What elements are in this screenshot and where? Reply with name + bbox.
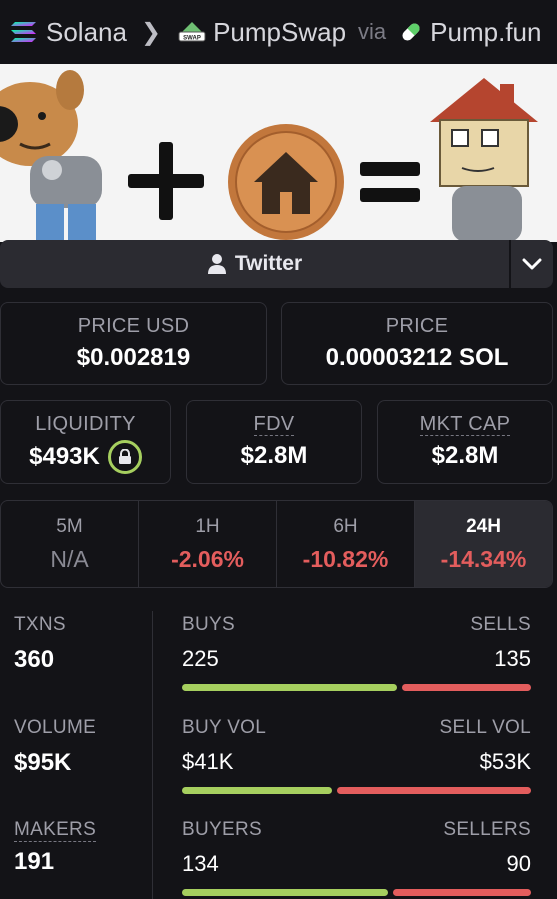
fdv-value: $2.8M <box>240 442 308 469</box>
sell-vol-label: SELL VOL <box>439 717 531 738</box>
solana-icon <box>11 22 36 42</box>
chevron-down-icon <box>522 258 542 270</box>
buy-vol-value: $41K <box>182 749 234 774</box>
buys-sells-stat: BUYS SELLS 225 135 <box>182 614 531 691</box>
liquidity-box: LIQUIDITY $493K <box>0 400 171 484</box>
market-cap-value: $2.8M <box>431 442 499 469</box>
sells-value: 135 <box>494 646 531 671</box>
chevron-right-icon: ❯ <box>140 18 162 46</box>
buys-value: 225 <box>182 646 219 671</box>
tab-1h-change: -2.06% <box>171 545 244 572</box>
makers-label[interactable]: MAKERS <box>14 819 97 842</box>
tab-24h-change: -14.34% <box>440 545 527 572</box>
sells-bar <box>402 684 531 691</box>
fdv-label[interactable]: FDV <box>253 413 295 436</box>
equals-symbol <box>360 162 420 202</box>
liquidity-value: $493K <box>29 443 100 470</box>
tab-5m[interactable]: 5M N/A <box>1 501 139 587</box>
tab-1h-label: 1H <box>195 515 220 537</box>
breadcrumb-chain[interactable]: Solana <box>46 17 127 48</box>
buyers-value: 134 <box>182 851 219 876</box>
buyers-label: BUYERS <box>182 819 262 840</box>
column-divider <box>152 611 153 899</box>
house-coin-illustration <box>228 124 344 240</box>
plus-symbol <box>128 142 204 220</box>
buyers-sellers-stat: BUYERS SELLERS 134 90 <box>182 819 531 896</box>
more-links-dropdown-button[interactable] <box>509 240 553 288</box>
txns-value: 360 <box>14 646 55 673</box>
buy-vol-bar <box>182 787 332 794</box>
sells-label: SELLS <box>470 614 531 635</box>
twitter-button[interactable]: Twitter <box>0 240 509 288</box>
buys-bar <box>182 684 397 691</box>
price-native-label: PRICE <box>385 315 449 337</box>
market-cap-box: MKT CAP $2.8M <box>377 400 553 484</box>
sell-vol-value: $53K <box>479 749 531 774</box>
price-usd-label: PRICE USD <box>77 315 190 337</box>
breadcrumb-launchpad[interactable]: Pump.fun <box>430 17 541 48</box>
pump-fun-pill-icon <box>402 23 420 41</box>
tab-24h[interactable]: 24H -14.34% <box>415 501 552 587</box>
via-text: via <box>358 19 387 44</box>
tab-1h[interactable]: 1H -2.06% <box>139 501 277 587</box>
price-usd-value: $0.002819 <box>76 344 191 371</box>
breadcrumb-dex[interactable]: PumpSwap <box>213 17 346 48</box>
buys-label: BUYS <box>182 614 235 635</box>
market-cap-label[interactable]: MKT CAP <box>419 413 511 436</box>
tab-5m-label: 5M <box>56 515 83 537</box>
buys-sells-ratio-bar <box>182 684 531 691</box>
sellers-value: 90 <box>506 851 531 876</box>
buy-vol-label: BUY VOL <box>182 717 267 738</box>
buy-sell-volume-ratio-bar <box>182 787 531 794</box>
pumpswap-icon: SWAP <box>178 22 206 42</box>
buy-sell-volume-stat: BUY VOL SELL VOL $41K $53K <box>182 717 531 794</box>
sellers-bar <box>393 889 531 896</box>
price-native-box: PRICE 0.00003212 SOL <box>281 302 553 385</box>
txns-label: TXNS <box>14 614 66 635</box>
liquidity-label: LIQUIDITY <box>35 413 136 435</box>
price-native-value: 0.00003212 SOL <box>325 344 509 371</box>
user-icon <box>207 254 226 274</box>
buyers-sellers-ratio-bar <box>182 889 531 896</box>
volume-value: $95K <box>14 749 72 776</box>
liquidity-lock-icon[interactable] <box>107 440 142 474</box>
txns-stat: TXNS 360 <box>14 614 144 674</box>
breadcrumb: Solana ❯ SWAP PumpSwap via Pump.fun <box>0 0 557 64</box>
tab-5m-change: N/A <box>50 545 89 572</box>
tab-6h-label: 6H <box>333 515 358 537</box>
sell-vol-bar <box>337 787 531 794</box>
volume-stat: VOLUME $95K <box>14 717 144 777</box>
house-character-illustration <box>430 78 538 242</box>
svg-text:SWAP: SWAP <box>183 36 201 42</box>
buyers-bar <box>182 889 388 896</box>
timeframe-tabs: 5M N/A 1H -2.06% 6H -10.82% 24H -14.34% <box>0 500 553 588</box>
fdv-box: FDV $2.8M <box>186 400 362 484</box>
volume-label: VOLUME <box>14 717 97 738</box>
dog-character-illustration <box>0 70 102 242</box>
makers-value: 191 <box>14 848 55 875</box>
twitter-label: Twitter <box>234 252 303 275</box>
price-usd-box: PRICE USD $0.002819 <box>0 302 267 385</box>
makers-stat: MAKERS 191 <box>14 819 144 876</box>
sellers-label: SELLERS <box>443 819 531 840</box>
tab-24h-label: 24H <box>466 515 501 537</box>
tab-6h[interactable]: 6H -10.82% <box>277 501 415 587</box>
social-links-bar: Twitter <box>0 240 553 288</box>
tab-6h-change: -10.82% <box>302 545 389 572</box>
token-banner-image <box>0 64 557 242</box>
